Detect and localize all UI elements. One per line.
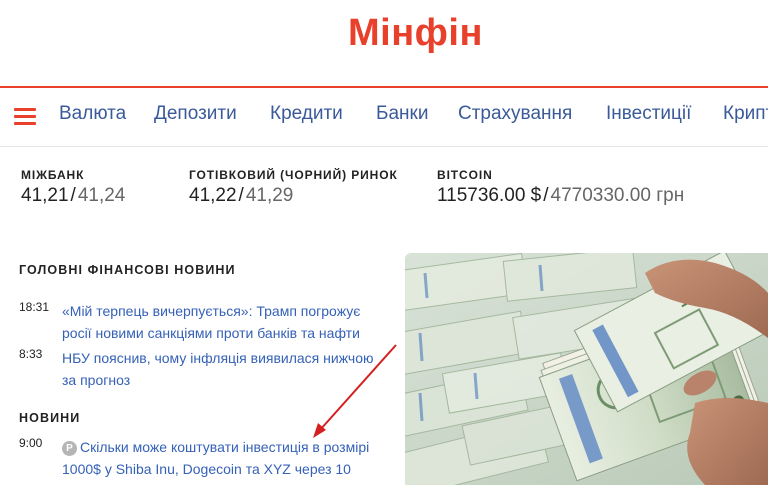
- hamburger-menu-icon[interactable]: [14, 108, 36, 125]
- news-link[interactable]: P Скільки може коштувати інвестиція в роз…: [62, 436, 382, 485]
- rate-separator: /: [238, 185, 244, 206]
- rate-sell: 41,29: [245, 185, 294, 206]
- rate-buy: 115736.00 $: [437, 185, 542, 206]
- rates-strip: Міжбанк 41,21/41,24 Готівковий (чорний) …: [0, 168, 768, 218]
- rate-label: Міжбанк: [21, 168, 85, 182]
- rate-bitcoin[interactable]: Bitcoin 115736.00 $/4770330.00 грн: [437, 168, 684, 207]
- rate-value: 115736.00 $/4770330.00 грн: [437, 185, 684, 207]
- rate-buy: 41,21: [21, 185, 69, 206]
- nav-item-banks[interactable]: Банки: [376, 103, 428, 125]
- rate-value: 41,22/41,29: [189, 185, 398, 207]
- rate-label: Bitcoin: [437, 168, 493, 182]
- header-divider: [0, 86, 768, 88]
- news-title: НОВИНИ: [19, 411, 81, 425]
- nav-item-insurance[interactable]: Страхування: [458, 103, 572, 125]
- rate-sell: 41,24: [77, 185, 126, 206]
- rate-separator: /: [70, 185, 76, 206]
- rate-sell: 4770330.00 грн: [550, 185, 685, 206]
- news-link-text: Скільки може коштувати інвестиція в розм…: [62, 439, 370, 485]
- nav-divider: [0, 146, 768, 147]
- nav-item-currency[interactable]: Валюта: [59, 103, 126, 125]
- news-link[interactable]: «Мій терпець вичерпується»: Трамп погрож…: [62, 300, 382, 344]
- promo-badge-icon: P: [62, 441, 77, 456]
- nav-item-credits[interactable]: Кредити: [270, 103, 343, 125]
- nav-item-crypto[interactable]: Крипт: [723, 103, 768, 125]
- news-time: 8:33: [19, 347, 43, 361]
- header: Мінфін: [0, 0, 768, 88]
- main-nav: Валюта Депозити Кредити Банки Страхуванн…: [0, 92, 768, 138]
- rate-interbank[interactable]: Міжбанк 41,21/41,24: [21, 168, 125, 207]
- nav-item-deposits[interactable]: Депозити: [154, 103, 237, 125]
- site-logo[interactable]: Мінфін: [0, 12, 768, 55]
- rate-label: Готівковий (чорний) ринок: [189, 168, 398, 182]
- nav-item-investments[interactable]: Інвестиції: [606, 103, 691, 125]
- euro-banknotes-photo[interactable]: 100 100: [405, 253, 768, 485]
- news-time: 9:00: [19, 436, 43, 450]
- rate-buy: 41,22: [189, 185, 237, 206]
- rate-value: 41,21/41,24: [21, 185, 125, 207]
- news-time: 18:31: [19, 300, 50, 314]
- news-link[interactable]: НБУ пояснив, чому інфляція виявилася ниж…: [62, 347, 382, 391]
- main-news-title: ГОЛОВНІ ФІНАНСОВІ НОВИНИ: [19, 263, 236, 277]
- rate-cash-market[interactable]: Готівковий (чорний) ринок 41,22/41,29: [189, 168, 398, 207]
- rate-separator: /: [543, 185, 549, 206]
